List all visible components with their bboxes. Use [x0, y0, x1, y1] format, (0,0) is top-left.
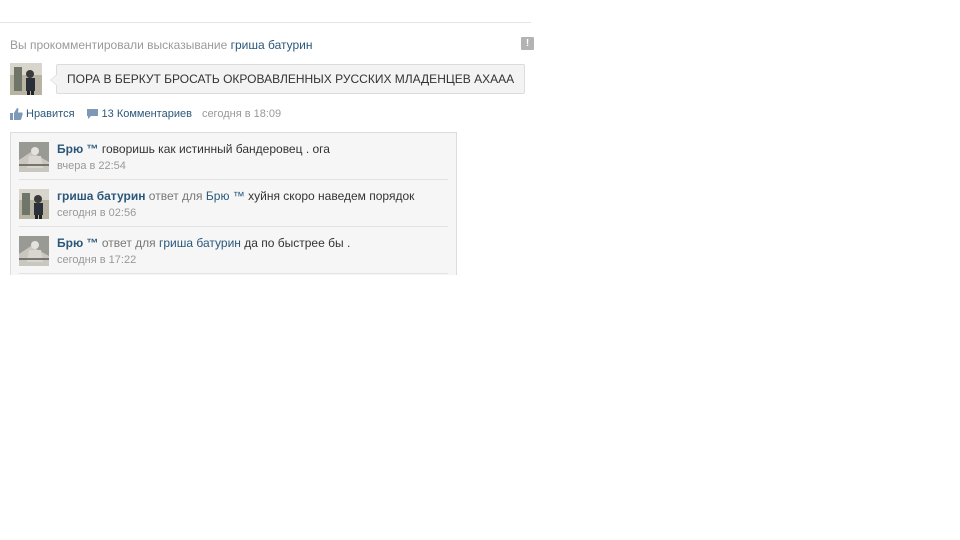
- comment-text: говоришь как истинный бандеровец . ога: [101, 142, 330, 156]
- comment-author[interactable]: Брю ™: [57, 236, 99, 250]
- comment-time[interactable]: вчера в 22:54: [57, 160, 126, 173]
- status-text: ПОРА В БЕРКУТ БРОСАТЬ ОКРОВАВЛЕННЫХ РУСС…: [67, 72, 515, 86]
- comments-label: 13 Комментариев: [101, 108, 192, 120]
- top-divider: [0, 22, 531, 23]
- comment-item: Брю ™ говоришь как истинный бандеровец .…: [19, 133, 448, 180]
- like-label: Нравится: [26, 108, 75, 120]
- reply-prefix: ответ для: [101, 236, 156, 250]
- avatar[interactable]: [10, 63, 42, 95]
- target-user-link[interactable]: гриша батурин: [231, 38, 313, 52]
- thumbs-up-icon: [10, 108, 23, 120]
- notification-item: Вы прокомментировали высказывание гриша …: [10, 37, 534, 121]
- avatar[interactable]: [19, 142, 49, 172]
- reply-to-link[interactable]: Брю ™: [206, 189, 245, 203]
- bubble-tail: [50, 74, 57, 86]
- status-bubble: ПОРА В БЕРКУТ БРОСАТЬ ОКРОВАВЛЕННЫХ РУСС…: [50, 64, 526, 94]
- notification-header: Вы прокомментировали высказывание гриша …: [10, 38, 534, 52]
- reply-prefix: ответ для: [148, 189, 203, 203]
- post-time[interactable]: сегодня в 18:09: [202, 107, 281, 121]
- comment-text: хуйня скоро наведем порядок: [248, 189, 415, 203]
- comment-text: да по быстрее бы .: [244, 236, 351, 250]
- comment-item: гриша батурин ответ для Брю ™ хуйня скор…: [19, 180, 448, 227]
- comment-item: Брю ™ ответ для гриша батурин да по быст…: [19, 227, 448, 274]
- comments-button[interactable]: 13 Комментариев: [86, 107, 192, 121]
- actions-bar: Нравится 13 Комментариев сегодня в 18:09: [10, 107, 534, 121]
- status-row: ПОРА В БЕРКУТ БРОСАТЬ ОКРОВАВЛЕННЫХ РУСС…: [10, 63, 534, 95]
- exclamation-icon[interactable]: !: [521, 37, 534, 50]
- comment-author[interactable]: Брю ™: [57, 142, 99, 156]
- like-button[interactable]: Нравится: [10, 107, 75, 121]
- reply-to-link[interactable]: гриша батурин: [159, 236, 241, 250]
- avatar[interactable]: [19, 236, 49, 266]
- comment-time[interactable]: сегодня в 17:22: [57, 254, 136, 267]
- header-prefix: Вы прокомментировали высказывание: [10, 38, 228, 52]
- comment-time[interactable]: сегодня в 02:56: [57, 207, 136, 220]
- avatar[interactable]: [19, 189, 49, 219]
- comments-list: Брю ™ говоришь как истинный бандеровец .…: [10, 132, 457, 275]
- comment-bubble-icon: [86, 109, 98, 119]
- comment-author[interactable]: гриша батурин: [57, 189, 145, 203]
